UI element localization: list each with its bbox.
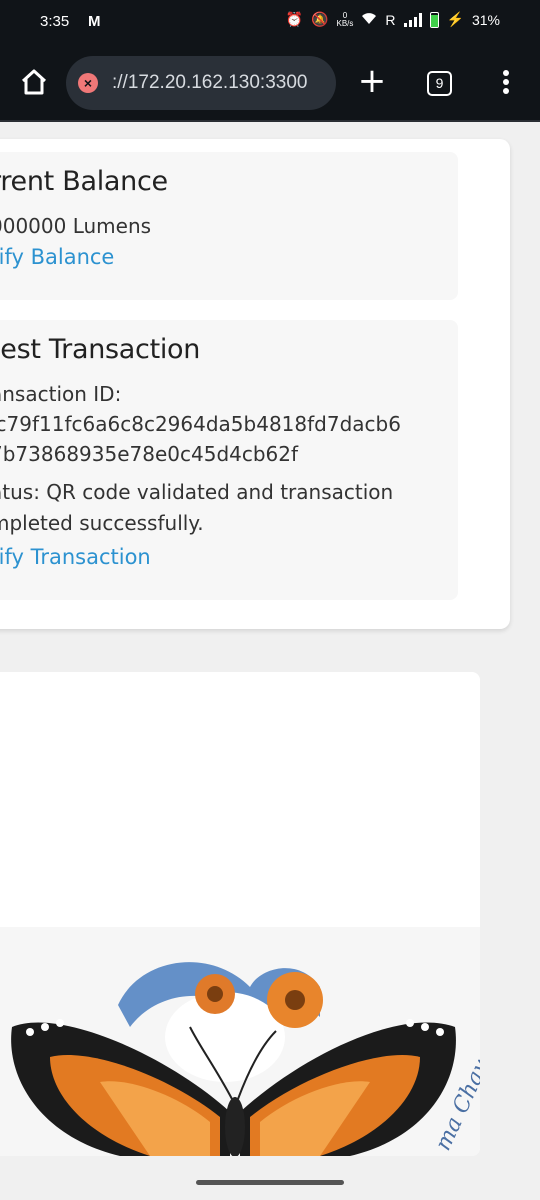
address-bar[interactable]: × ://172.20.162.130:3300 — [66, 56, 336, 110]
more-menu-button[interactable] — [498, 68, 514, 100]
tab-switcher-button[interactable]: 9 — [427, 71, 452, 96]
transaction-status-line1: atus: QR code validated and transaction — [0, 480, 394, 504]
network-speed-unit: KB/s — [336, 18, 354, 28]
not-secure-icon[interactable]: × — [78, 73, 98, 93]
image-card: ma Chaw — [0, 672, 480, 1156]
alarm-icon: ⏰ — [285, 11, 304, 27]
browser-toolbar: × ://172.20.162.130:3300 + 9 — [0, 44, 540, 122]
charging-icon: ⚡ — [446, 11, 464, 27]
status-time: 3:35 — [40, 13, 70, 30]
butterfly-image: ma Chaw — [0, 927, 480, 1156]
gesture-navigation-bar[interactable] — [196, 1180, 344, 1185]
network-speed: 0 KB/s — [336, 11, 354, 28]
battery-icon — [429, 11, 439, 28]
status-bar: 3:35 M ⏰ 🔕 0 KB/s R ⚡ 31% — [0, 0, 540, 44]
status-icons: ⏰ 🔕 0 KB/s R ⚡ 31% — [286, 11, 500, 28]
transaction-id-line2: 7b73868935e78e0c45d4cb62f — [0, 442, 299, 466]
wallet-card: rrent Balance 000000 Lumens rify Balance… — [0, 139, 510, 629]
transaction-id-label: ansaction ID: — [0, 382, 122, 406]
transaction-section: test Transaction ansaction ID: lc79f11fc… — [0, 320, 458, 600]
verify-transaction-link[interactable]: rify Transaction — [0, 545, 458, 569]
transaction-id-line1: lc79f11fc6a6c8c2964da5b4818fd7dacb6 — [0, 412, 401, 436]
new-tab-button[interactable]: + — [354, 64, 390, 100]
wifi-icon — [361, 11, 377, 28]
balance-amount: 000000 Lumens — [0, 214, 152, 238]
more-vert-icon — [503, 70, 509, 76]
home-button[interactable] — [18, 66, 50, 98]
balance-section: rrent Balance 000000 Lumens rify Balance — [0, 152, 458, 300]
mute-icon: 🔕 — [311, 11, 329, 27]
plus-icon: + — [357, 61, 387, 101]
transaction-title: test Transaction — [0, 334, 201, 365]
battery-percent: 31% — [471, 11, 500, 28]
roaming-indicator: R — [385, 11, 396, 28]
verify-balance-link[interactable]: rify Balance — [0, 245, 458, 269]
signal-icon — [403, 12, 422, 27]
gmail-notification-icon: M — [88, 13, 101, 30]
balance-title: rrent Balance — [0, 166, 168, 197]
page-content: rrent Balance 000000 Lumens rify Balance… — [0, 122, 540, 1200]
transaction-status-line2: mpleted successfully. — [0, 511, 204, 535]
url-text[interactable]: ://172.20.162.130:3300 — [112, 72, 307, 94]
home-icon — [21, 69, 47, 95]
